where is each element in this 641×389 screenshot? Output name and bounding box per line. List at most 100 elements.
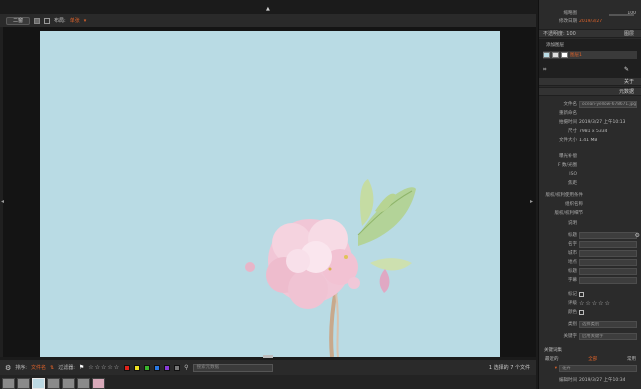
thumbnail[interactable] — [17, 378, 30, 389]
filmstrip — [0, 375, 536, 389]
common-tab[interactable]: 常用 — [627, 356, 636, 362]
keyword-value[interactable]: 花卉 — [559, 364, 637, 372]
headline-field[interactable] — [579, 267, 637, 275]
thumbnail-selected[interactable] — [32, 378, 45, 389]
keyword-select[interactable]: ▾ — [539, 366, 559, 371]
filesize-value: 1.41 MB — [579, 137, 598, 143]
keywords-row: 关键字 启用关键字 — [539, 332, 641, 340]
name-row: 名字 — [539, 240, 641, 248]
focal-length-row: 焦距 — [539, 179, 641, 187]
chevron-down-icon[interactable]: ▾ — [84, 18, 87, 24]
collapse-right-icon[interactable]: ▸ — [530, 198, 533, 205]
flag-icon[interactable]: ⚑ — [79, 364, 84, 371]
caption-field[interactable] — [579, 276, 637, 284]
color-filter-purple[interactable] — [164, 364, 171, 371]
city-label: 城市 — [568, 251, 577, 256]
collapse-top-icon[interactable]: ▲ — [266, 6, 270, 12]
category-row: 类别 选择类别 — [539, 320, 641, 328]
layers-tab[interactable]: 图层 — [624, 30, 634, 37]
dimensions-row: 尺寸 7981 x 5334 — [539, 127, 641, 135]
layout-label: 布局: — [54, 18, 66, 24]
title-field[interactable] — [579, 231, 637, 239]
tag-label: 标记 — [568, 292, 577, 297]
city-field[interactable] — [579, 249, 637, 257]
keyword-value-row: ▾ 花卉 — [539, 364, 641, 372]
sort-order-icon[interactable]: ⇅ — [50, 365, 54, 371]
thumbnail[interactable] — [92, 378, 105, 389]
thumb-size-slider[interactable] — [609, 14, 634, 16]
modified-date-value[interactable]: 2019/3/27 — [579, 19, 602, 24]
location-field[interactable] — [579, 258, 637, 266]
sort-select[interactable]: 文件名 — [31, 364, 46, 371]
search-icon: ⚲ — [184, 364, 189, 371]
exposure-row: 曝光补偿 — [539, 152, 641, 160]
all-tab[interactable]: 全部 — [588, 356, 597, 362]
rating-stars[interactable]: ☆☆☆☆☆ — [579, 300, 611, 307]
color-filter-none[interactable] — [174, 364, 181, 371]
star-filter[interactable]: ☆☆☆☆☆ — [88, 364, 120, 371]
edit-time-label: 编辑时间 — [559, 378, 577, 383]
layer-item[interactable]: 图层1 — [543, 51, 637, 59]
layout-select[interactable]: 单张 — [70, 17, 80, 24]
grid-view-icon[interactable] — [44, 17, 51, 24]
keyword-set-header[interactable]: 关键词集 — [539, 347, 562, 353]
tag-checkbox[interactable] — [579, 291, 584, 297]
description-label: 说明 — [568, 221, 577, 226]
color-filter-yellow[interactable] — [134, 364, 141, 371]
collapse-left-icon[interactable]: ◂ — [1, 198, 4, 205]
rights-label: 版权/权利细节 — [554, 211, 583, 216]
tag-row: 标记 — [539, 290, 641, 298]
modified-date-row: 修改日期 2019/3/27 — [539, 17, 641, 25]
edit-time-value: 2019/3/27 上午10:34 — [579, 378, 626, 383]
layer-thumbnail — [543, 52, 550, 58]
add-layer-button[interactable]: 添加图层 — [546, 42, 564, 48]
aperture-label: F 数/光圈 — [557, 163, 577, 168]
thumbnail[interactable] — [62, 378, 75, 389]
right-panel: 缩略图 100 修改日期 2019/3/27 不透明度: 100 图层 添加图层… — [538, 0, 641, 389]
name-field[interactable] — [579, 240, 637, 248]
square-view-icon[interactable] — [34, 17, 41, 24]
metadata-search-input[interactable]: 搜索元数据 — [192, 363, 273, 372]
brush-icon[interactable]: ✎ — [624, 66, 629, 73]
gear-icon[interactable]: ⚙ — [5, 364, 11, 372]
color-filter-red[interactable] — [124, 364, 131, 371]
focal-length-label: 焦距 — [568, 181, 577, 186]
left-edge — [0, 27, 3, 357]
color-row: 颜色 — [539, 308, 641, 316]
iso-label: ISO — [569, 171, 577, 177]
filesize-label: 文件大小 — [559, 138, 577, 143]
keywords-field[interactable]: 启用关键字 — [579, 332, 637, 340]
resize-grip[interactable] — [263, 355, 273, 358]
about-tab[interactable]: 关于 — [624, 78, 634, 85]
category-field[interactable]: 选择类别 — [579, 320, 637, 328]
metadata-tab[interactable]: 元数据 — [619, 88, 634, 95]
color-label: 颜色 — [568, 310, 577, 315]
color-filter-green[interactable] — [144, 364, 151, 371]
color-checkbox[interactable] — [579, 309, 584, 315]
thumbnail[interactable] — [2, 378, 15, 389]
crop-icon[interactable]: ⌗ — [543, 66, 546, 74]
selection-count: 1 选择的 7 个文件 — [488, 365, 530, 371]
filename-field[interactable]: ocean-yellow-678671.jpg — [579, 100, 637, 108]
color-filter-blue[interactable] — [154, 364, 161, 371]
organization-label: 组织名称 — [565, 202, 583, 207]
filename-row: 文件名 ocean-yellow-678671.jpg — [539, 100, 641, 108]
image-viewer[interactable] — [0, 27, 536, 357]
gear-icon[interactable]: ⚙ — [635, 232, 640, 239]
aperture-row: F 数/光圈 — [539, 161, 641, 169]
viewer-toolbar: 二窗 布局: 单张 ▾ — [0, 14, 536, 27]
thumbnail[interactable] — [77, 378, 90, 389]
name-label: 名字 — [568, 242, 577, 247]
layer-mask — [552, 52, 559, 58]
rating-row: 评级 ☆☆☆☆☆ — [539, 299, 641, 307]
organization-row: 组织名称 — [539, 200, 641, 208]
main-photo[interactable] — [40, 31, 500, 357]
opacity-label[interactable]: 不透明度: 100 — [543, 30, 576, 37]
recent-tab[interactable]: 最近的 — [545, 356, 559, 362]
capture-time-label: 拍摄时间 — [559, 120, 577, 125]
dual-view-button[interactable]: 二窗 — [6, 16, 31, 25]
copyright-label: 版权/权利使用条件 — [545, 193, 583, 198]
title-label: 标题 — [568, 233, 577, 238]
thumbnail[interactable] — [47, 378, 60, 389]
capture-time-row: 拍摄时间 2019/3/27 上午10:13 — [539, 118, 641, 126]
